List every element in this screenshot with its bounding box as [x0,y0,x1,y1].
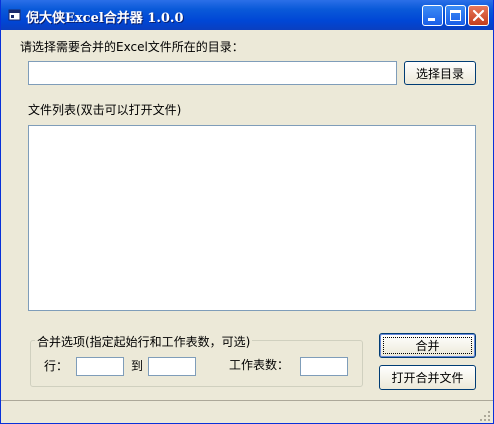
sheet-count-label: 工作表数： [229,358,290,372]
select-directory-button[interactable]: 选择目录 [404,61,476,85]
file-list-label: 文件列表(双击可以打开文件) [28,103,182,117]
select-directory-label: 选择目录 [415,66,464,81]
minimize-icon [428,18,435,21]
status-bar [1,400,493,423]
close-icon [472,9,485,22]
app-icon [8,9,21,21]
start-row-input[interactable] [76,357,124,376]
directory-prompt-label: 请选择需要合并的Excel文件所在的目录： [20,40,244,54]
window-title: 倪大侠Excel合并器 1.0.0 [26,11,184,26]
merge-button[interactable]: 合并 [379,333,476,358]
minimize-button[interactable] [422,5,443,26]
open-merged-file-button[interactable]: 打开合并文件 [379,365,476,390]
resize-grip-icon[interactable] [479,410,491,422]
maximize-icon [450,10,461,21]
row-label: 行： [44,359,69,373]
maximize-button[interactable] [445,5,466,26]
open-merged-file-label: 打开合并文件 [391,371,464,385]
sheet-count-input[interactable] [300,357,348,376]
end-row-input[interactable] [148,357,196,376]
merge-button-label: 合并 [415,339,440,353]
app-window: 倪大侠Excel合并器 1.0.0 请选择需要合并的Excel文件所在的目录： … [0,0,494,424]
to-label: 到 [131,359,144,373]
close-button[interactable] [468,5,489,26]
directory-path-input[interactable] [28,61,397,85]
file-listbox[interactable] [28,125,476,311]
title-bar[interactable]: 倪大侠Excel合并器 1.0.0 [1,0,493,30]
merge-options-title: 合并选项(指定起始行和工作表数，可选) [35,333,253,350]
